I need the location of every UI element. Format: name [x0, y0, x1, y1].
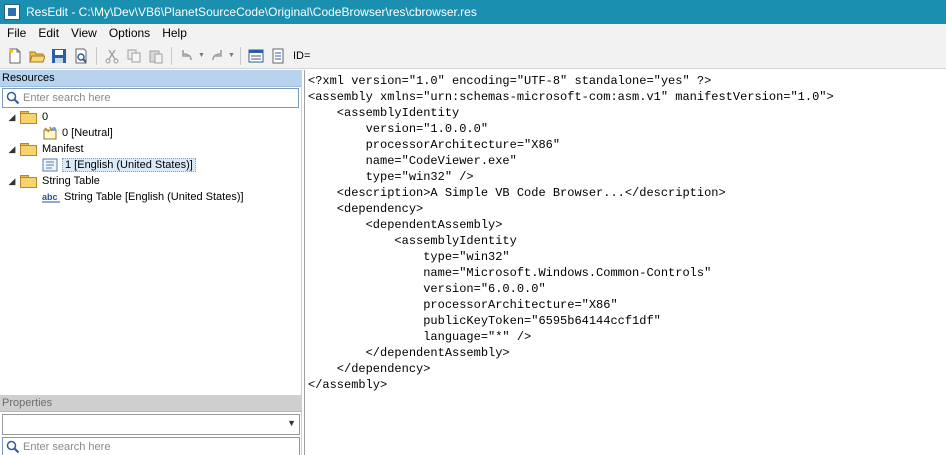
properties-combo[interactable]: ▼ [2, 414, 300, 435]
tree-item-label: 0 [Neutral] [62, 127, 113, 139]
menu-edit[interactable]: Edit [32, 24, 65, 43]
tree-node-manifest[interactable]: ◢ Manifest [4, 141, 84, 157]
xml-line: language="*" /> [308, 330, 532, 344]
properties-search-input[interactable] [23, 441, 273, 453]
xml-line: processorArchitecture="X86" [308, 138, 561, 152]
tree-item-label: String Table [English (United States)] [64, 191, 244, 203]
toolbar-separator [96, 46, 97, 65]
print-preview-button[interactable] [70, 45, 92, 67]
xml-line: publicKeyToken="6595b64144ccf1df" [308, 314, 661, 328]
redo-dropdown-icon[interactable]: ▼ [228, 52, 236, 59]
resource-list-button[interactable] [245, 45, 267, 67]
search-icon [3, 440, 23, 454]
save-button[interactable] [48, 45, 70, 67]
properties-panel: Properties ▼ [0, 395, 302, 455]
xml-editor[interactable]: <?xml version="1.0" encoding="UTF-8" sta… [304, 70, 946, 455]
copy-button[interactable] [123, 45, 145, 67]
title-bar: ResEdit - C:\My\Dev\VB6\PlanetSourceCode… [0, 0, 946, 24]
resources-search-box [2, 88, 299, 108]
svg-text:abc: abc [42, 192, 58, 202]
xml-line: <assembly xmlns="urn:schemas-microsoft-c… [308, 90, 834, 104]
xml-line: name="Microsoft.Windows.Common-Controls" [308, 266, 712, 280]
xml-line: processorArchitecture="X86" [308, 298, 618, 312]
xml-line: version="6.0.0.0" [308, 282, 546, 296]
string-table-icon: abc [42, 192, 60, 203]
redo-arrow-icon [212, 49, 222, 60]
xml-line: </assembly> [308, 378, 388, 392]
toolbar-separator [171, 46, 172, 65]
chevron-down-icon[interactable]: ◢ [4, 109, 20, 125]
open-button[interactable] [26, 45, 48, 67]
cut-button[interactable] [101, 45, 123, 67]
xml-line: type="win32" [308, 250, 510, 264]
tree-item-manifest-english[interactable]: 1 [English (United States)] [42, 157, 196, 173]
tree-node-label: String Table [42, 175, 100, 187]
undo-button[interactable] [176, 45, 198, 67]
toolbar: ▼ ▼ ID= [0, 43, 946, 69]
chevron-down-icon[interactable]: ◢ [4, 141, 20, 157]
app-icon [4, 4, 20, 20]
manifest-icon [42, 158, 58, 172]
folder-icon [20, 175, 37, 188]
open-folder-icon [29, 51, 45, 62]
menu-file[interactable]: File [0, 24, 32, 43]
undo-dropdown-icon[interactable]: ▼ [198, 52, 206, 59]
properties-icon [272, 48, 284, 63]
properties-search-box [2, 437, 300, 455]
xml-line: </dependency> [308, 362, 431, 376]
save-disk-icon [52, 48, 66, 63]
chevron-down-icon: ▼ [287, 418, 296, 428]
properties-button[interactable] [267, 45, 289, 67]
xml-line: <dependentAssembly> [308, 218, 503, 232]
xml-line: <dependency> [308, 202, 424, 216]
xml-line: type="win32" /> [308, 170, 474, 184]
scissors-icon [105, 49, 119, 63]
xml-line: version="1.0.0.0" [308, 122, 489, 136]
left-pane: Resources ◢ 0 0 [Neutral] ◢ Manifest 1 [… [0, 70, 302, 455]
tree-item-string-table-english[interactable]: abc String Table [English (United States… [42, 189, 244, 205]
new-button[interactable] [4, 45, 26, 67]
xml-line: name="CodeViewer.exe" [308, 154, 517, 168]
xml-line: <assemblyIdentity [308, 234, 517, 248]
xml-line: <?xml version="1.0" encoding="UTF-8" sta… [308, 74, 712, 88]
tree-node-label: Manifest [42, 143, 84, 155]
tree-node-label: 0 [42, 111, 49, 123]
tree-item-neutral[interactable]: 0 [Neutral] [42, 125, 113, 141]
tree-node-0[interactable]: ◢ 0 [4, 109, 48, 125]
menu-view[interactable]: View [65, 24, 103, 43]
search-icon [3, 91, 23, 105]
xml-line: </dependentAssembly> [308, 346, 510, 360]
menu-bar: File Edit View Options Help [0, 24, 946, 43]
resources-search-input[interactable] [23, 92, 273, 104]
undo-arrow-icon [182, 49, 192, 60]
paste-button[interactable] [145, 45, 167, 67]
window-title: ResEdit - C:\My\Dev\VB6\PlanetSourceCode… [26, 5, 477, 19]
copy-icon [127, 49, 141, 62]
menu-options[interactable]: Options [103, 24, 156, 43]
new-file-icon [9, 48, 21, 63]
folder-icon [20, 111, 37, 124]
toolbar-separator [240, 46, 241, 65]
xml-line: <assemblyIdentity [308, 106, 460, 120]
redo-button[interactable] [206, 45, 228, 67]
version-resource-icon [43, 126, 57, 140]
xml-content[interactable]: <?xml version="1.0" encoding="UTF-8" sta… [305, 70, 946, 393]
print-preview-icon [75, 48, 87, 63]
xml-line: <description>A Simple VB Code Browser...… [308, 186, 726, 200]
menu-help[interactable]: Help [156, 24, 193, 43]
paste-icon [149, 50, 163, 63]
list-window-icon [248, 49, 264, 62]
folder-icon [20, 143, 37, 156]
chevron-down-icon[interactable]: ◢ [4, 173, 20, 189]
id-label: ID= [293, 49, 311, 62]
resources-header: Resources [0, 70, 301, 87]
properties-header: Properties [0, 395, 302, 412]
tree-node-string-table[interactable]: ◢ String Table [4, 173, 100, 189]
tree-item-label: 1 [English (United States)] [62, 158, 196, 172]
